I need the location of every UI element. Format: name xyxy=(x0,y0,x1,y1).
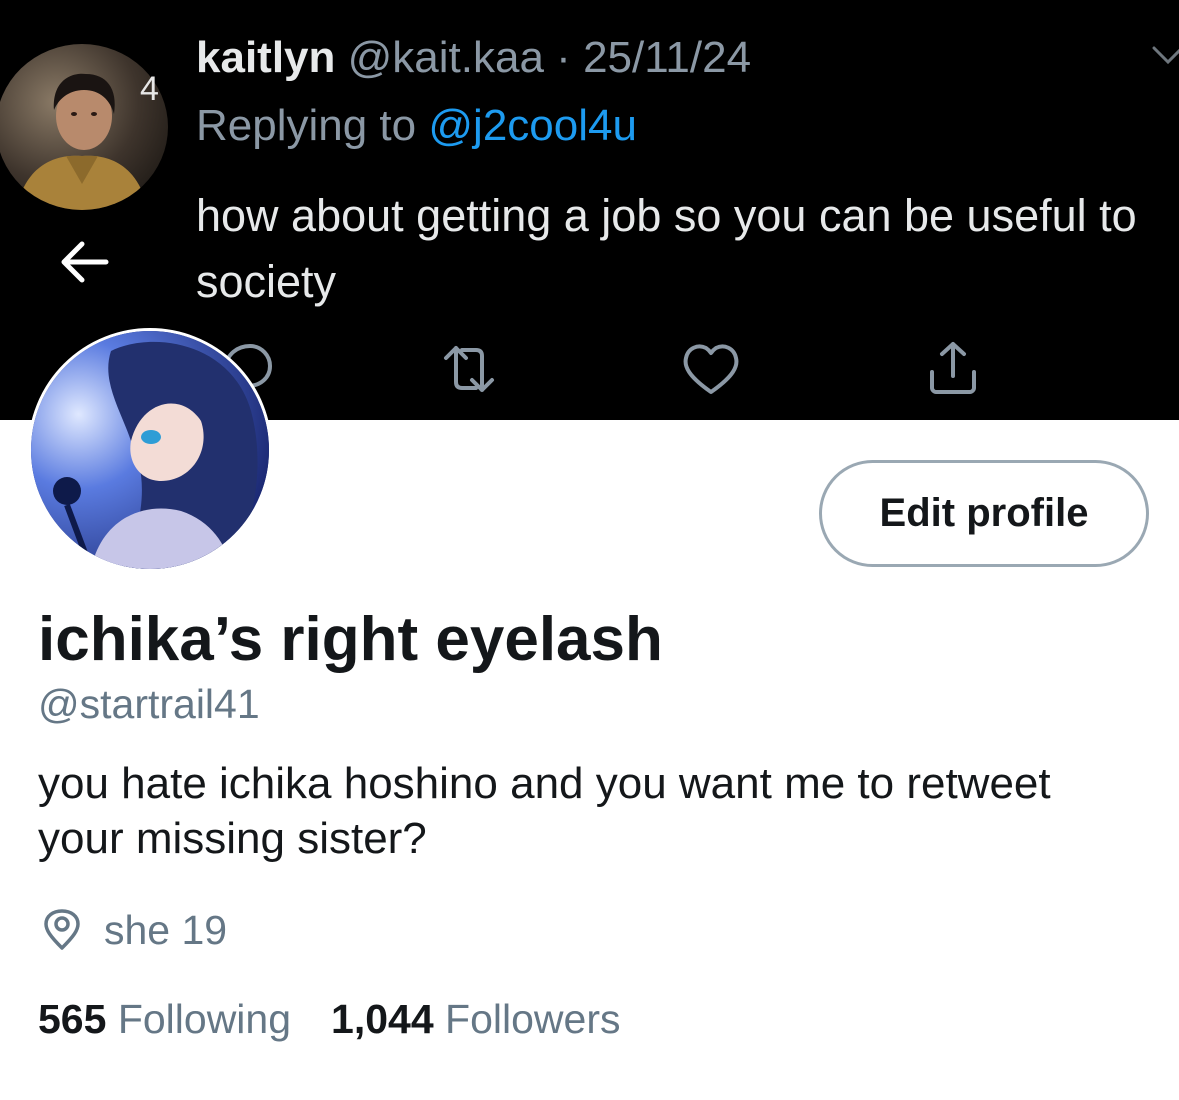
overlay-stray-digit: 4 xyxy=(140,70,159,108)
following-count: 565 xyxy=(38,996,107,1042)
banner-tweet-avatar xyxy=(0,44,168,210)
edit-profile-button[interactable]: Edit profile xyxy=(819,460,1149,567)
tweet-author-name: kaitlyn xyxy=(196,33,336,82)
following-label: Following xyxy=(117,996,292,1042)
followers-label: Followers xyxy=(445,996,621,1042)
followers-count: 1,044 xyxy=(331,996,434,1042)
profile-handle: @startrail41 xyxy=(38,681,260,727)
chevron-down-icon xyxy=(1152,46,1179,65)
tweet-replying-line: Replying to @j2cool4u xyxy=(196,100,637,152)
like-icon xyxy=(683,344,739,394)
tweet-author-handle: @kait.kaa xyxy=(347,33,544,82)
tweet-text: how about getting a job so you can be us… xyxy=(196,190,1137,307)
tweet-separator: · xyxy=(556,33,571,82)
location-pin-icon xyxy=(44,909,80,950)
replying-mention: @j2cool4u xyxy=(428,101,637,150)
profile-stats: 565 Following 1,044 Followers xyxy=(38,993,660,1045)
retweet-icon xyxy=(444,346,494,392)
followers-link[interactable]: 1,044 Followers xyxy=(331,993,620,1045)
share-icon xyxy=(930,342,976,394)
back-arrow-icon[interactable] xyxy=(56,238,112,286)
profile-bio: you hate ichika hoshino and you want me … xyxy=(38,759,1051,863)
replying-prefix: Replying to xyxy=(196,101,417,150)
profile-location: she 19 xyxy=(40,906,227,954)
tweet-header: kaitlyn @kait.kaa · 25/11/24 xyxy=(196,32,751,84)
profile-avatar[interactable] xyxy=(28,328,272,572)
following-link[interactable]: 565 Following xyxy=(38,993,291,1045)
location-text: she 19 xyxy=(104,906,228,953)
tweet-date: 25/11/24 xyxy=(583,33,752,82)
profile-display-name: ichika’s right eyelash xyxy=(38,605,663,674)
